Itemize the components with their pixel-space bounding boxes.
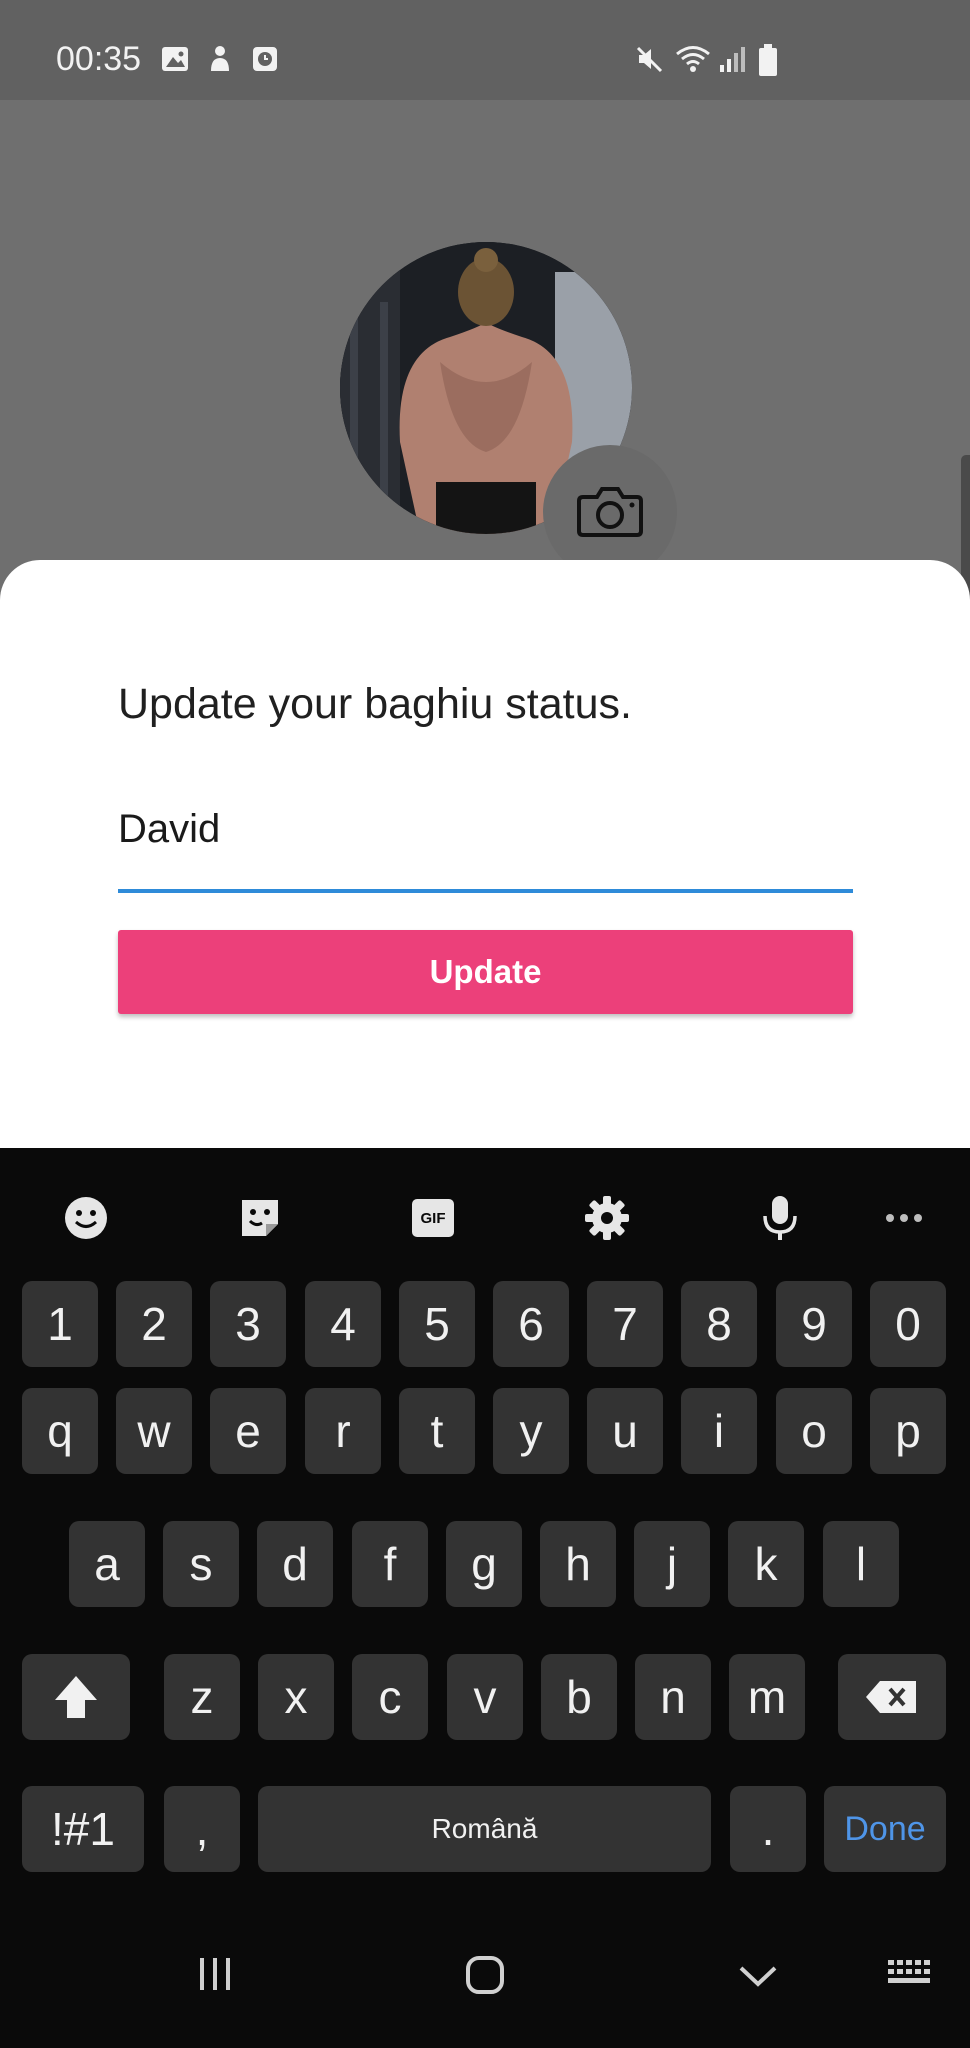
battery-icon xyxy=(759,44,777,76)
comma-key[interactable]: , xyxy=(164,1786,240,1872)
update-button[interactable]: Update xyxy=(118,930,853,1014)
shift-key[interactable] xyxy=(22,1654,130,1740)
letter-key-t[interactable]: t xyxy=(399,1388,475,1474)
shift-icon xyxy=(55,1676,97,1718)
number-key-1[interactable]: 1 xyxy=(22,1281,98,1367)
symbols-key[interactable]: !#1 xyxy=(22,1786,144,1872)
backspace-key[interactable] xyxy=(838,1654,946,1740)
status-input[interactable] xyxy=(118,803,853,855)
dialog-title: Update your baghiu status. xyxy=(118,680,632,728)
gif-label: GIF xyxy=(420,1209,446,1227)
image-icon xyxy=(162,47,188,71)
backspace-icon xyxy=(866,1681,916,1713)
letter-key-g[interactable]: g xyxy=(446,1521,522,1607)
wifi-icon xyxy=(676,46,710,72)
settings-icon[interactable] xyxy=(577,1188,637,1248)
number-key-5[interactable]: 5 xyxy=(399,1281,475,1367)
letter-key-o[interactable]: o xyxy=(776,1388,852,1474)
letter-key-w[interactable]: w xyxy=(116,1388,192,1474)
back-icon[interactable] xyxy=(737,1954,779,1996)
mute-icon xyxy=(636,46,663,73)
status-dialog: Update your baghiu status. Update xyxy=(0,560,970,1150)
status-bar: 00:35 xyxy=(0,0,970,100)
mic-icon[interactable] xyxy=(750,1188,810,1248)
done-key[interactable]: Done xyxy=(824,1786,946,1872)
number-key-6[interactable]: 6 xyxy=(493,1281,569,1367)
number-key-9[interactable]: 9 xyxy=(776,1281,852,1367)
number-key-0[interactable]: 0 xyxy=(870,1281,946,1367)
letter-key-f[interactable]: f xyxy=(352,1521,428,1607)
letter-key-s[interactable]: s xyxy=(163,1521,239,1607)
space-key[interactable]: Română xyxy=(258,1786,711,1872)
camera-icon xyxy=(577,487,643,537)
letter-key-j[interactable]: j xyxy=(634,1521,710,1607)
letter-key-z[interactable]: z xyxy=(164,1654,240,1740)
letter-key-l[interactable]: l xyxy=(823,1521,899,1607)
emoji-icon[interactable] xyxy=(56,1188,116,1248)
letter-key-i[interactable]: i xyxy=(681,1388,757,1474)
number-key-2[interactable]: 2 xyxy=(116,1281,192,1367)
letter-key-p[interactable]: p xyxy=(870,1388,946,1474)
navigation-bar xyxy=(0,1910,970,2048)
recents-icon[interactable] xyxy=(195,1954,235,1994)
number-key-3[interactable]: 3 xyxy=(210,1281,286,1367)
letter-key-r[interactable]: r xyxy=(305,1388,381,1474)
letter-key-u[interactable]: u xyxy=(587,1388,663,1474)
number-key-8[interactable]: 8 xyxy=(681,1281,757,1367)
letter-key-x[interactable]: x xyxy=(258,1654,334,1740)
letter-key-q[interactable]: q xyxy=(22,1388,98,1474)
letter-key-k[interactable]: k xyxy=(728,1521,804,1607)
sticker-icon[interactable] xyxy=(230,1188,290,1248)
letter-key-d[interactable]: d xyxy=(257,1521,333,1607)
number-key-7[interactable]: 7 xyxy=(587,1281,663,1367)
home-icon[interactable] xyxy=(464,1954,506,1996)
letter-key-b[interactable]: b xyxy=(541,1654,617,1740)
gif-icon[interactable]: GIF xyxy=(403,1188,463,1248)
letter-key-y[interactable]: y xyxy=(493,1388,569,1474)
sticker-icon xyxy=(211,46,229,71)
period-key[interactable]: . xyxy=(730,1786,806,1872)
letter-key-e[interactable]: e xyxy=(210,1388,286,1474)
letter-key-h[interactable]: h xyxy=(540,1521,616,1607)
keyboard-switch-icon[interactable] xyxy=(886,1954,932,1994)
change-photo-button[interactable] xyxy=(543,445,677,579)
letter-key-c[interactable]: c xyxy=(352,1654,428,1740)
letter-key-m[interactable]: m xyxy=(729,1654,805,1740)
keyboard: GIF !#1 , Română . Done 1234567890 qwerty… xyxy=(0,1148,970,1910)
letter-key-a[interactable]: a xyxy=(69,1521,145,1607)
letter-key-n[interactable]: n xyxy=(635,1654,711,1740)
clock-badge-icon xyxy=(253,47,277,71)
status-time: 00:35 xyxy=(56,40,142,78)
more-icon[interactable] xyxy=(874,1188,934,1248)
input-underline xyxy=(118,889,853,893)
number-key-4[interactable]: 4 xyxy=(305,1281,381,1367)
signal-icon xyxy=(720,47,745,72)
letter-key-v[interactable]: v xyxy=(447,1654,523,1740)
